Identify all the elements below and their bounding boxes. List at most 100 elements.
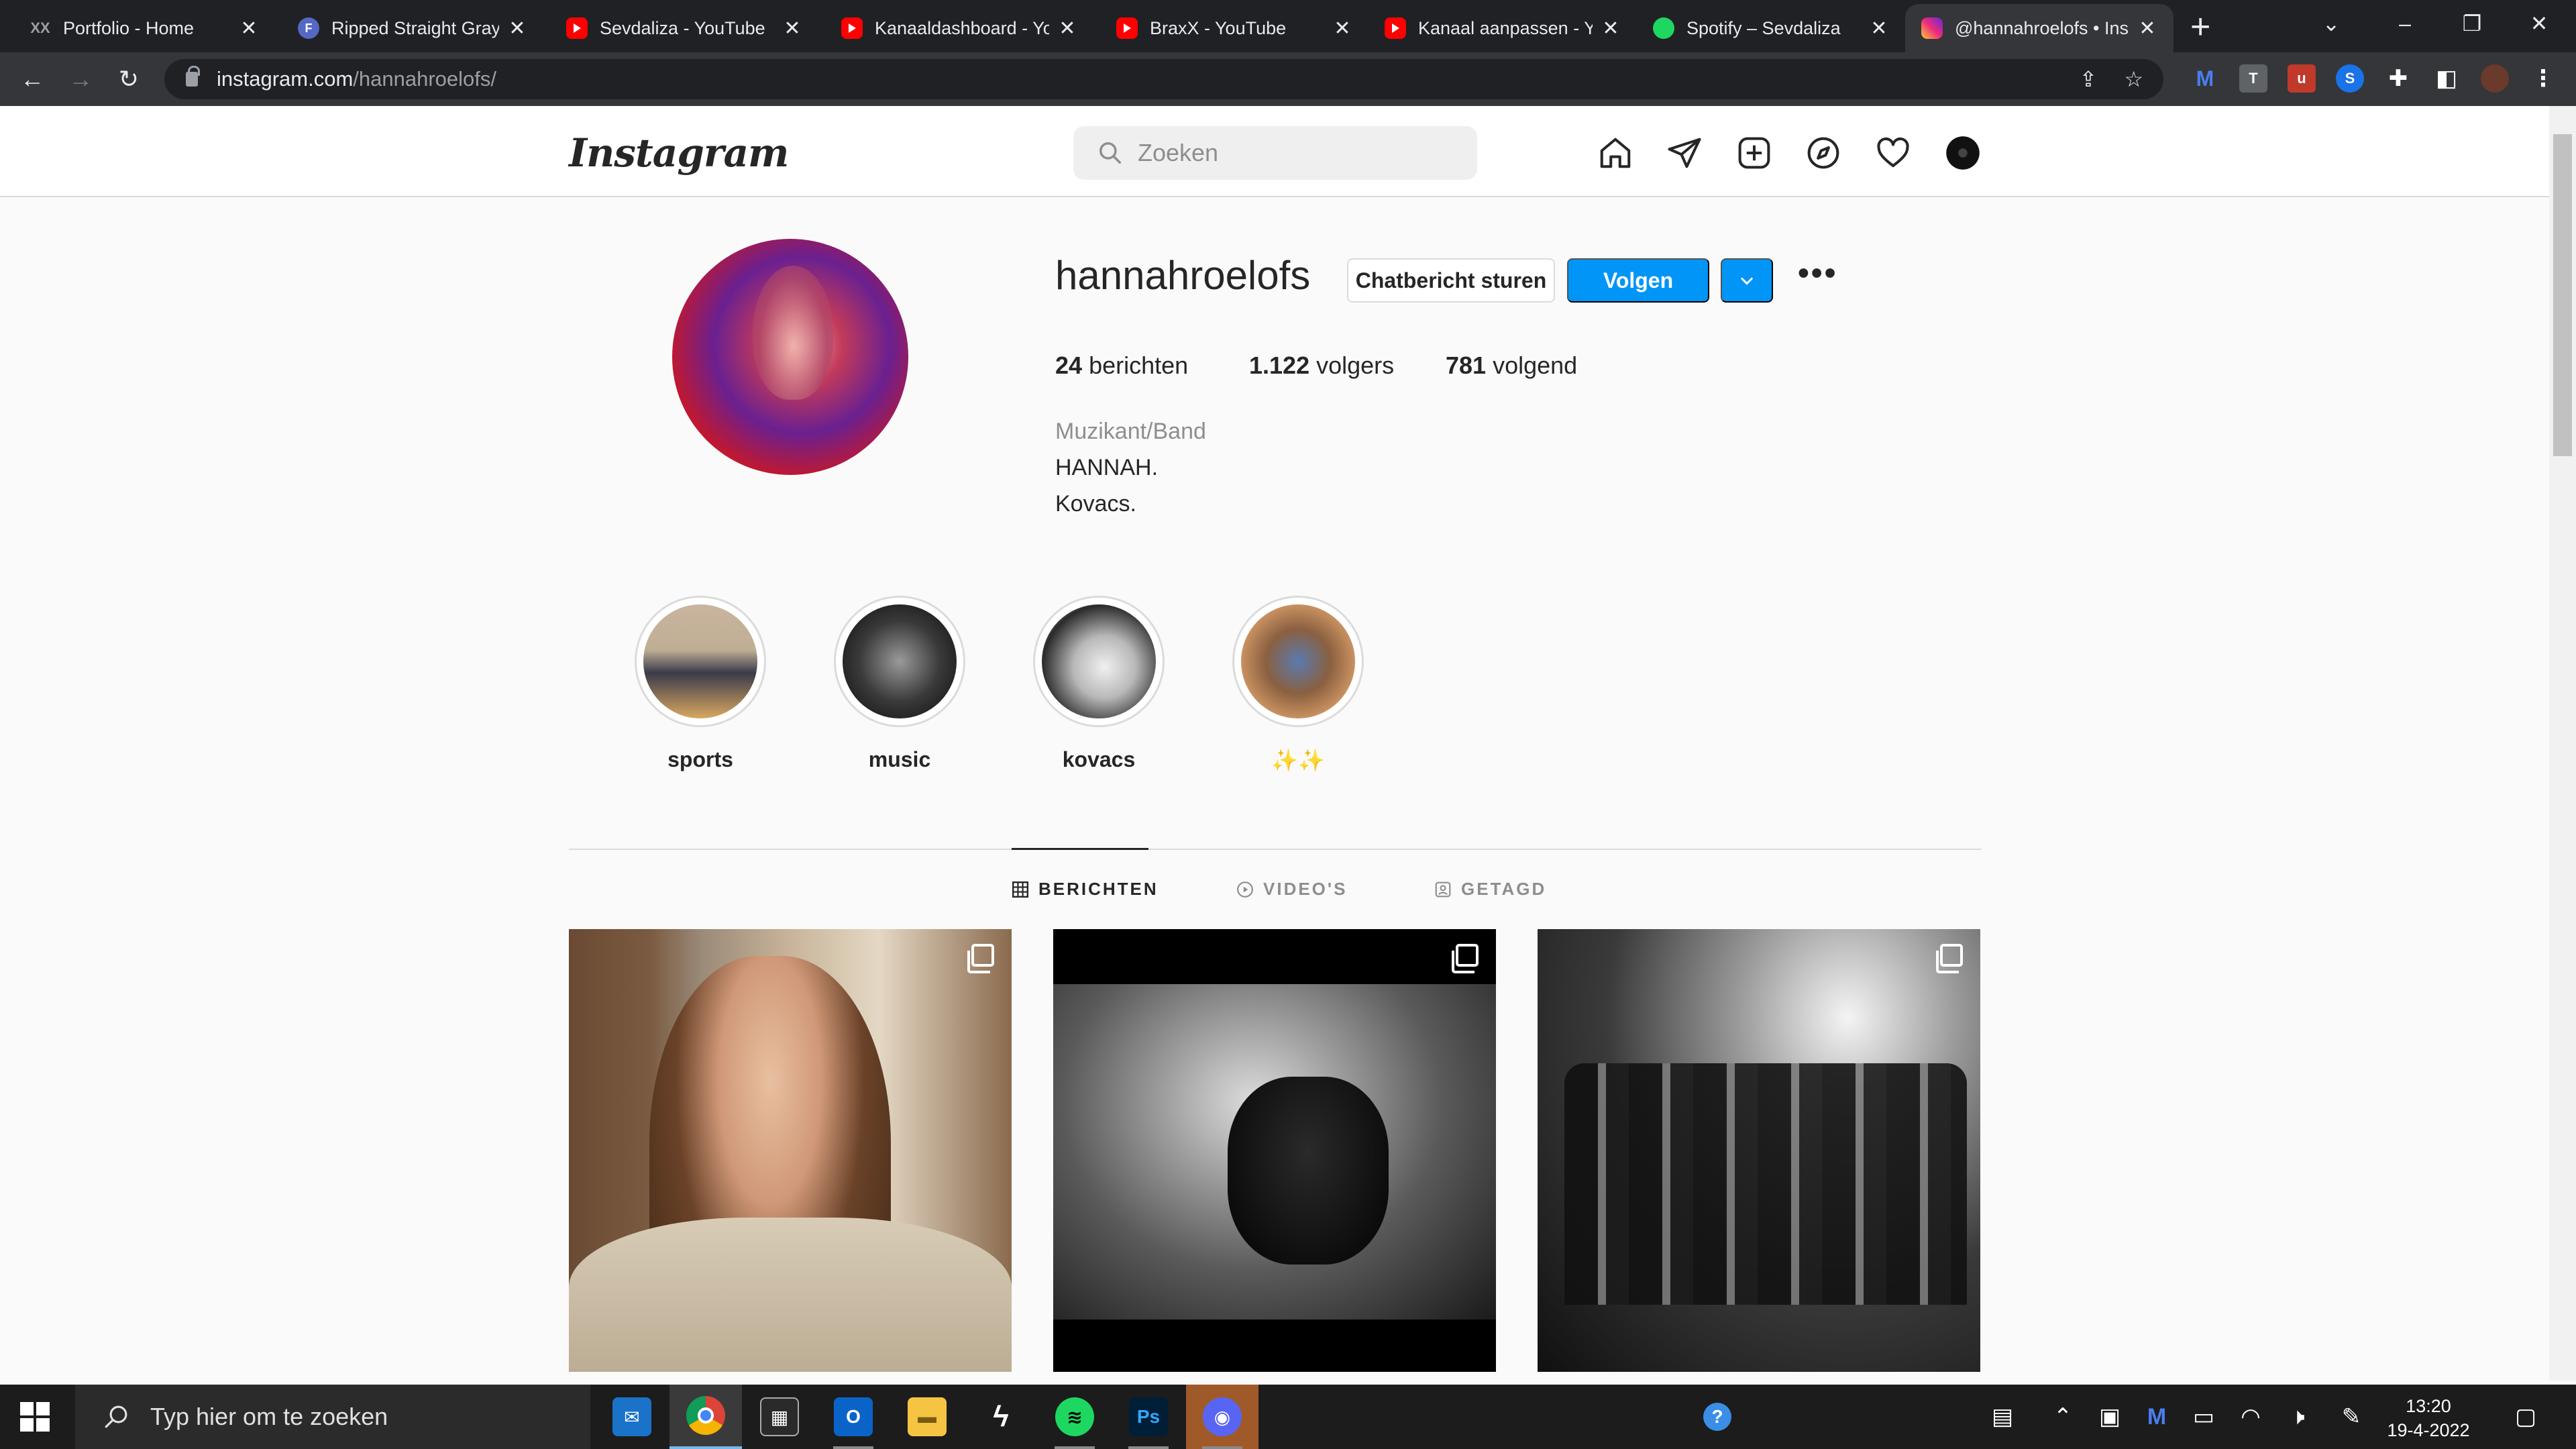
close-tab-icon[interactable]: ✕ (1601, 17, 1621, 40)
wifi-icon[interactable]: ◠ (2234, 1385, 2267, 1449)
profile-avatar-icon[interactable] (1944, 134, 1982, 172)
post-thumbnail[interactable] (1053, 929, 1496, 1372)
story-highlight[interactable]: kovacs (1033, 596, 1165, 772)
story-highlight[interactable]: sports (635, 596, 766, 772)
tab-search-icon[interactable]: ⌄ (2294, 0, 2368, 47)
browser-tab[interactable]: Sevdaliza - YouTube ✕ (550, 4, 818, 52)
news-widget-icon[interactable]: ▤ (1979, 1385, 2026, 1449)
address-bar[interactable]: instagram.com/hannahroelofs/ ⇪ ☆ (164, 59, 2163, 99)
browser-tab[interactable]: F Ripped Straight Gray ✕ (282, 4, 543, 52)
extension-ublock-icon[interactable]: u (2288, 64, 2316, 93)
volume-muted-icon[interactable]: 🕨 (2281, 1385, 2314, 1449)
extension-m-icon[interactable]: M (2191, 64, 2219, 93)
browser-tab[interactable]: Kanaal aanpassen - Yo ✕ (1368, 4, 1637, 52)
close-tab-icon[interactable]: ✕ (239, 17, 259, 40)
new-post-icon[interactable] (1735, 134, 1773, 172)
file-explorer-icon[interactable]: ▬ (891, 1385, 963, 1449)
suggested-dropdown-button[interactable] (1721, 258, 1773, 303)
notifications-icon[interactable]: ▢ (2502, 1385, 2549, 1449)
browser-tab[interactable]: BraxX - YouTube ✕ (1100, 4, 1368, 52)
profile-category: Muzikant/Band (1055, 419, 1206, 444)
side-panel-icon[interactable]: ◧ (2432, 64, 2461, 93)
lock-icon[interactable] (186, 66, 200, 87)
story-highlight[interactable]: music (834, 596, 965, 772)
help-icon[interactable]: ? (1697, 1385, 1737, 1449)
reload-button[interactable]: ↻ (111, 62, 146, 97)
pen-ink-icon[interactable]: ✎ (2334, 1385, 2368, 1449)
post-photo (1564, 1063, 1967, 1305)
show-hidden-icons-chevron-icon[interactable]: ⌃ (2046, 1385, 2080, 1449)
carousel-icon (967, 944, 994, 973)
home-icon[interactable] (1597, 134, 1634, 172)
extension-tab-icon[interactable]: T (2239, 64, 2267, 93)
tab-videos[interactable]: VIDEO'S (1236, 879, 1347, 900)
bookmark-star-icon[interactable]: ☆ (2124, 66, 2143, 92)
mail-app-icon[interactable]: ✉ (596, 1385, 668, 1449)
taskbar-search-box[interactable] (75, 1385, 590, 1449)
minimize-button[interactable]: – (2368, 0, 2442, 47)
clock-date: 19-4-2022 (2387, 1420, 2470, 1440)
spotify-favicon-icon (1653, 17, 1674, 39)
close-tab-icon[interactable]: ✕ (1869, 17, 1889, 40)
search-box[interactable] (1073, 126, 1477, 180)
browser-tab[interactable]: Kanaaldashboard - Yo ✕ (825, 4, 1093, 52)
close-window-button[interactable]: ✕ (2502, 0, 2576, 47)
scrollbar-thumb[interactable] (2553, 134, 2572, 456)
battery-icon[interactable]: ▭ (2187, 1385, 2220, 1449)
explore-compass-icon[interactable] (1805, 134, 1842, 172)
highlight-ring (635, 596, 766, 727)
discord-app-icon[interactable]: ◉ (1186, 1385, 1258, 1449)
post-thumbnail[interactable] (569, 929, 1012, 1372)
tray-app-icon[interactable]: ▣ (2093, 1385, 2127, 1449)
close-tab-icon[interactable]: ✕ (782, 17, 802, 40)
spotify-app-icon[interactable]: ≋ (1038, 1385, 1111, 1449)
taskbar-search-input[interactable] (150, 1403, 553, 1431)
close-tab-icon[interactable]: ✕ (2137, 17, 2157, 40)
browser-tab[interactable]: XX Portfolio - Home ✕ (13, 4, 275, 52)
photoshop-app-icon[interactable]: Ps (1112, 1385, 1185, 1449)
grid-icon (1012, 881, 1029, 898)
browser-tab[interactable]: Spotify – Sevdaliza ✕ (1637, 4, 1905, 52)
app-lightning-icon[interactable]: ϟ (965, 1385, 1037, 1449)
browser-tab-title: @hannahroelofs • Ins (1955, 17, 2129, 38)
windows-start-icon[interactable] (20, 1402, 50, 1432)
tab-posts[interactable]: BERICHTEN (1012, 879, 1159, 900)
browser-tab-active[interactable]: @hannahroelofs • Ins ✕ (1905, 4, 2174, 52)
new-tab-button[interactable]: + (2190, 7, 2210, 47)
forward-button[interactable]: → (63, 62, 98, 97)
story-highlight[interactable]: ✨✨ (1232, 596, 1364, 773)
search-input[interactable] (1138, 139, 1446, 167)
profile-picture[interactable] (672, 239, 908, 475)
extensions-puzzle-icon[interactable]: ✚ (2384, 64, 2412, 93)
chrome-app-icon[interactable] (669, 1385, 742, 1449)
browser-toolbar: ← → ↻ instagram.com/hannahroelofs/ ⇪ ☆ M… (0, 52, 2576, 106)
store-app-icon[interactable]: ▦ (743, 1385, 816, 1449)
followers-stat[interactable]: 1.122 volgers (1249, 352, 1394, 380)
chrome-menu-icon[interactable]: ⋮ (2529, 64, 2557, 93)
more-options-icon[interactable]: ••• (1798, 255, 1837, 292)
restore-button[interactable]: ❐ (2435, 0, 2509, 47)
close-tab-icon[interactable]: ✕ (507, 17, 527, 40)
post-thumbnail[interactable] (1538, 929, 1980, 1372)
instagram-logo[interactable]: Instagram (569, 130, 789, 176)
back-button[interactable]: ← (15, 62, 50, 97)
tray-m-icon[interactable]: M (2140, 1385, 2174, 1449)
following-stat[interactable]: 781 volgend (1446, 352, 1577, 380)
system-clock[interactable]: 13:20 19-4-2022 (2378, 1394, 2479, 1442)
close-tab-icon[interactable]: ✕ (1332, 17, 1352, 40)
followers-count: 1.122 (1249, 352, 1310, 379)
youtube-favicon-icon (1116, 17, 1138, 39)
carousel-icon (1936, 944, 1963, 973)
direct-messages-icon[interactable] (1666, 134, 1703, 172)
profile-avatar-icon[interactable] (2481, 64, 2509, 93)
tab-tagged[interactable]: GETAGD (1434, 879, 1546, 900)
send-message-button[interactable]: Chatbericht sturen (1347, 258, 1555, 303)
tab-label: VIDEO'S (1263, 879, 1348, 899)
follow-button[interactable]: Volgen (1567, 258, 1709, 303)
share-icon[interactable]: ⇪ (2080, 66, 2098, 92)
extension-shazam-icon[interactable]: S (2336, 64, 2364, 93)
outlook-app-icon[interactable]: O (817, 1385, 890, 1449)
activity-heart-icon[interactable] (1874, 134, 1912, 172)
close-tab-icon[interactable]: ✕ (1057, 17, 1077, 40)
carousel-icon (1452, 944, 1479, 973)
